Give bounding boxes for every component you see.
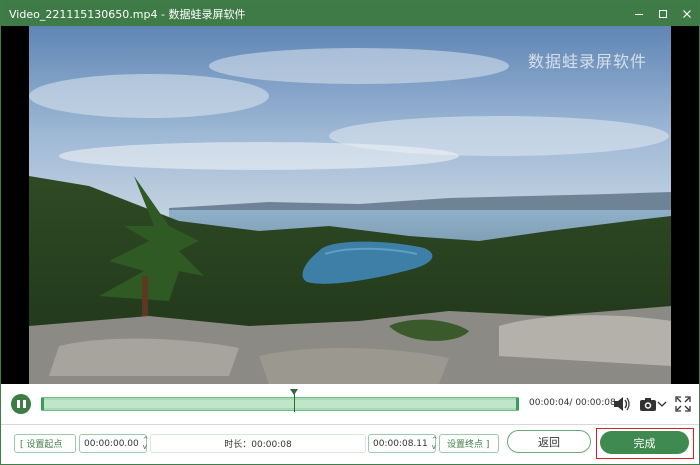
time-display: 00:00:04/ 00:00:08 [529,398,616,408]
done-button[interactable]: 完成 [600,431,689,454]
back-button[interactable]: 返回 [507,430,591,453]
trim-window: Video_221115130650.mp4 - 数据蛙录屏软件 数据蛙录屏软件… [0,0,700,465]
window-title: Video_221115130650.mp4 - 数据蛙录屏软件 [9,7,246,21]
end-time-value: 00:00:08.11 [373,438,428,449]
end-time-spinner[interactable]: ^ v [432,436,438,451]
close-icon[interactable] [675,1,699,26]
start-time-value: 00:00:00.00 [84,438,139,449]
video-frame: 数据蛙录屏软件 [29,26,671,384]
start-time-spinner[interactable]: ^ v [143,436,149,451]
minimize-icon[interactable] [627,1,651,26]
playhead[interactable] [294,390,295,412]
trim-start-handle[interactable] [41,398,44,410]
set-end-label: 设置终点 ] [447,440,490,450]
set-start-button[interactable]: [ 设置起点 [14,434,76,453]
camera-icon[interactable] [639,396,657,412]
playback-bar: 00:00:04/ 00:00:08 [1,384,699,424]
video-preview[interactable]: 数据蛙录屏软件 [1,26,699,384]
watermark-text: 数据蛙录屏软件 [527,52,647,71]
fullscreen-icon[interactable] [675,396,691,412]
duration-value: 时长：00:00:08 [224,440,292,450]
duration-display: 时长：00:00:08 [150,434,366,453]
end-time-field[interactable]: 00:00:08.11 ^ v [368,434,438,453]
trim-timeline[interactable] [41,397,519,411]
title-bar[interactable]: Video_221115130650.mp4 - 数据蛙录屏软件 [1,1,699,26]
set-end-button[interactable]: 设置终点 ] [439,434,499,453]
pause-icon[interactable] [11,394,31,414]
maximize-icon[interactable] [651,1,675,26]
trim-end-handle[interactable] [516,398,519,410]
trim-controls: [ 设置起点 00:00:00.00 ^ v 时长：00:00:08 00:00:… [1,424,699,464]
chevron-down-icon[interactable] [657,399,667,409]
start-time-field[interactable]: 00:00:00.00 ^ v [79,434,149,453]
landscape-image [29,26,671,384]
set-start-label: [ 设置起点 [20,440,63,450]
volume-icon[interactable] [613,396,631,412]
